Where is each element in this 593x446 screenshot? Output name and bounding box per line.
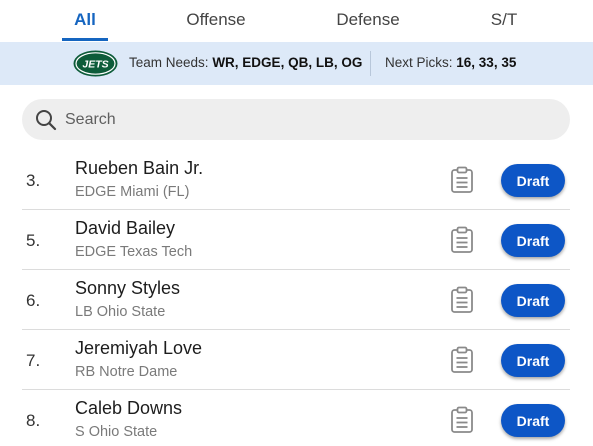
player-rank: 7. — [26, 351, 41, 370]
player-rank: 8. — [26, 411, 41, 430]
player-row: 5. David Bailey EDGE Texas Tech Draft — [22, 210, 570, 270]
info-divider — [370, 51, 371, 76]
player-name[interactable]: Caleb Downs — [75, 398, 182, 419]
player-position-school: EDGE Miami (FL) — [75, 184, 190, 200]
player-row: 6. Sonny Styles LB Ohio State Draft — [22, 270, 570, 330]
player-name[interactable]: Sonny Styles — [75, 278, 180, 299]
team-info-bar: JETS Team Needs: WR, EDGE, QB, LB, OG Ne… — [0, 42, 593, 85]
search-input[interactable] — [65, 99, 555, 140]
position-tabs: All Offense Defense S/T — [0, 0, 593, 42]
search-icon — [36, 110, 57, 131]
player-row: 8. Caleb Downs S Ohio State Draft — [22, 390, 570, 446]
draft-button[interactable]: Draft — [501, 224, 565, 257]
player-name[interactable]: Rueben Bain Jr. — [75, 158, 203, 179]
tab-all[interactable]: All — [62, 0, 108, 42]
draft-button[interactable]: Draft — [501, 164, 565, 197]
draft-button[interactable]: Draft — [501, 404, 565, 437]
team-needs: Team Needs: WR, EDGE, QB, LB, OG — [129, 55, 362, 70]
player-rank: 6. — [26, 291, 41, 310]
player-rank: 3. — [26, 171, 41, 190]
clipboard-icon[interactable] — [450, 226, 474, 254]
draft-button[interactable]: Draft — [501, 284, 565, 317]
next-picks-value: 16, 33, 35 — [456, 55, 517, 70]
clipboard-icon[interactable] — [450, 286, 474, 314]
search-bar[interactable] — [22, 99, 570, 140]
player-rank: 5. — [26, 231, 41, 250]
tab-defense[interactable]: Defense — [322, 0, 414, 42]
player-row: 3. Rueben Bain Jr. EDGE Miami (FL) Draft — [22, 150, 570, 210]
team-needs-label: Team Needs: — [129, 55, 209, 70]
player-name[interactable]: David Bailey — [75, 218, 175, 239]
player-row: 7. Jeremiyah Love RB Notre Dame Draft — [22, 330, 570, 390]
player-position-school: S Ohio State — [75, 424, 158, 440]
tab-special-teams[interactable]: S/T — [470, 0, 538, 42]
clipboard-icon[interactable] — [450, 166, 474, 194]
draft-button[interactable]: Draft — [501, 344, 565, 377]
clipboard-icon[interactable] — [450, 406, 474, 434]
next-picks-label: Next Picks: — [385, 55, 453, 70]
player-position-school: LB Ohio State — [75, 304, 166, 320]
tab-offense[interactable]: Offense — [172, 0, 260, 42]
clipboard-icon[interactable] — [450, 346, 474, 374]
jets-logo: JETS — [73, 50, 118, 77]
logo-wordmark: JETS — [82, 58, 108, 70]
player-position-school: RB Notre Dame — [75, 364, 178, 380]
player-position-school: EDGE Texas Tech — [75, 244, 193, 260]
next-picks: Next Picks: 16, 33, 35 — [385, 55, 516, 70]
player-name[interactable]: Jeremiyah Love — [75, 338, 202, 359]
team-needs-value: WR, EDGE, QB, LB, OG — [212, 55, 363, 70]
